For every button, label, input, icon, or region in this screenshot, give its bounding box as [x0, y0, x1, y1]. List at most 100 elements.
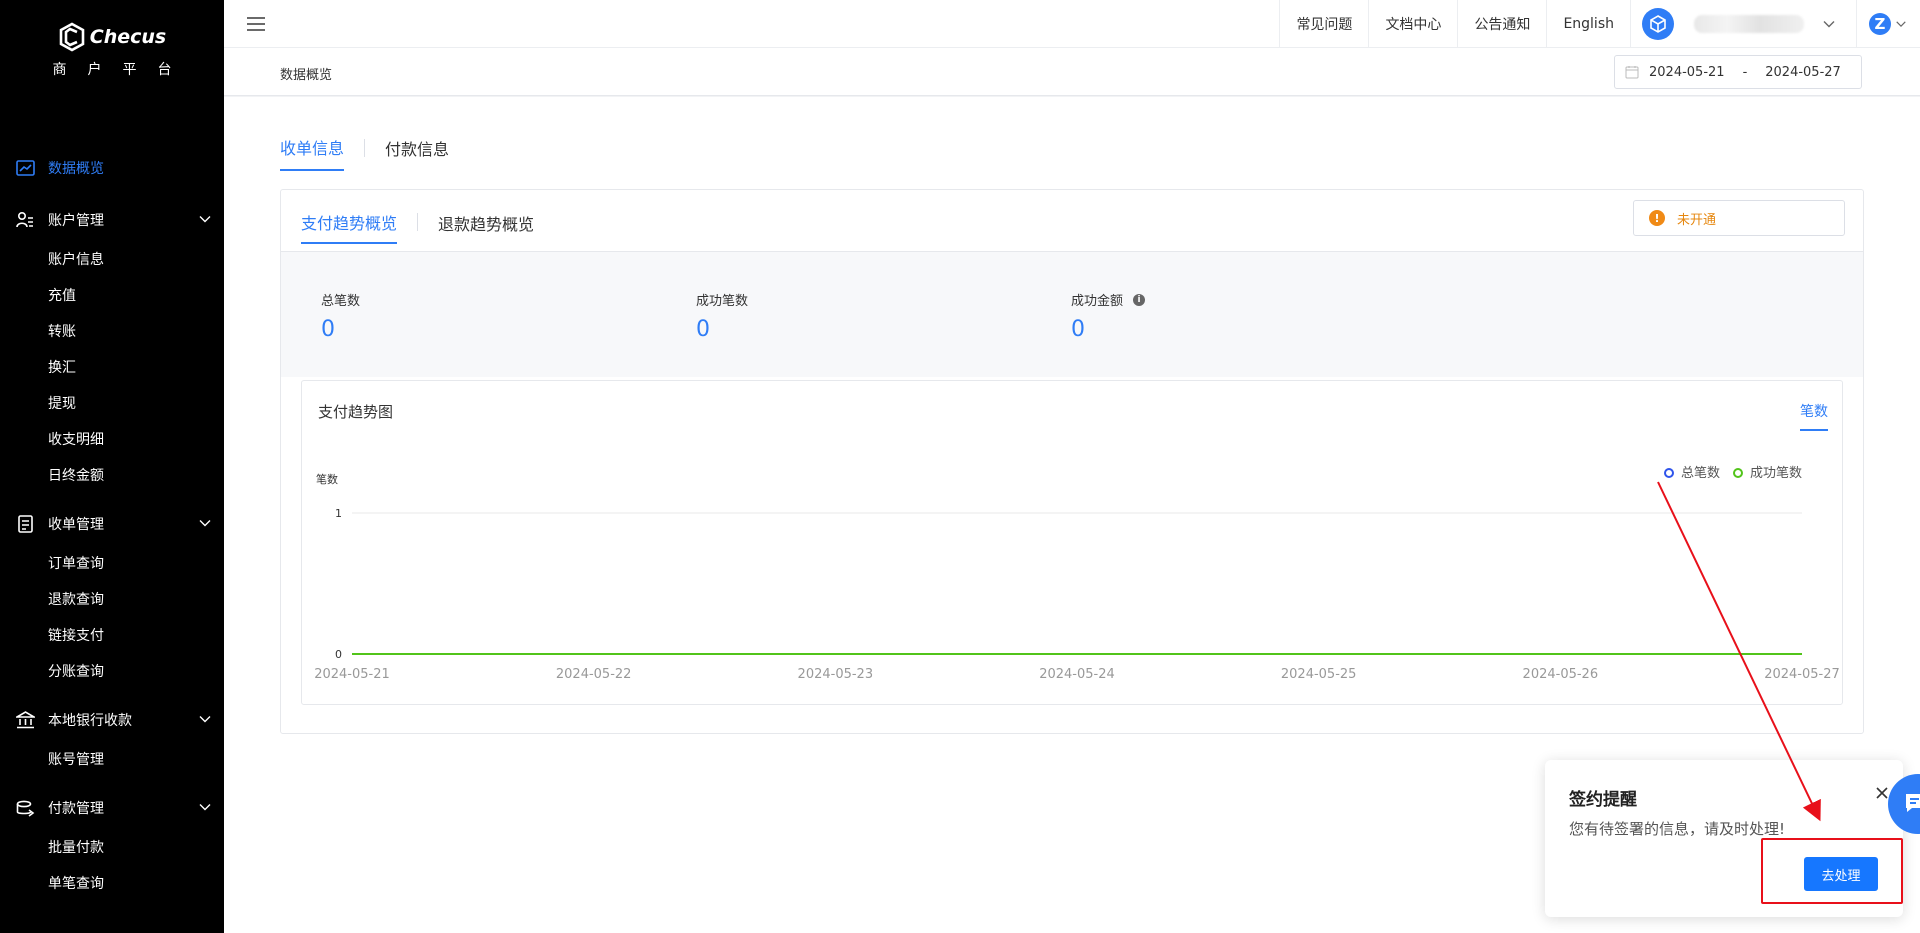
x-tick-label: 2024-05-22	[556, 667, 632, 682]
main-tabs: 收单信息 付款信息	[280, 135, 449, 171]
cube-icon	[1642, 8, 1674, 40]
sidebar-item-orders[interactable]: 订单查询	[0, 546, 224, 582]
x-tick-label: 2024-05-25	[1281, 667, 1357, 682]
close-icon[interactable]	[1875, 786, 1889, 800]
tab-refund-trend[interactable]: 退款趋势概览	[438, 211, 534, 243]
stat-success-count: 成功笔数 0	[696, 290, 748, 342]
merchant-account-selector[interactable]	[1630, 0, 1856, 48]
y-tick-label: 1	[335, 507, 342, 520]
overview-card: 支付趋势概览 退款趋势概览 ! 未开通 总笔数 0 成功笔数 0 成功金额 i 0	[280, 189, 1864, 734]
brand-name: Checus	[89, 26, 167, 48]
trend-chart-panel: 支付趋势图 笔数 笔数 1 0 2024-05-21 2024-05-22 2024-05…	[301, 380, 1843, 705]
chart-line-icon	[15, 158, 35, 178]
x-tick-label: 2024-05-27	[1764, 667, 1840, 682]
tab-payout-info[interactable]: 付款信息	[385, 136, 449, 170]
breadcrumb: 数据概览	[280, 68, 333, 83]
chat-icon	[1906, 794, 1920, 812]
sidebar-item-label: 本地银行收款	[48, 713, 132, 729]
y-axis-label: 笔数	[316, 472, 338, 486]
stat-value: 0	[321, 317, 335, 342]
chat-support-button[interactable]	[1888, 774, 1920, 834]
annotation-highlight-box	[1761, 838, 1903, 904]
sidebar: Checus 商户平台 数据概览 账户管理 账户信息 充值 转账 换汇 提现 收…	[0, 0, 224, 933]
sidebar-group-acquiring[interactable]: 收单管理	[0, 502, 224, 546]
card-header: 支付趋势概览 退款趋势概览 ! 未开通	[281, 190, 1863, 252]
x-tick-label: 2024-05-24	[1039, 667, 1115, 682]
legend-label: 成功笔数	[1750, 465, 1802, 481]
sidebar-item-label: 收单管理	[48, 517, 104, 533]
stat-label: 成功笔数	[696, 294, 749, 309]
announcements-link[interactable]: 公告通知	[1457, 0, 1546, 48]
sidebar-item-link-pay[interactable]: 链接支付	[0, 618, 224, 654]
sidebar-item-single-query[interactable]: 单笔查询	[0, 866, 224, 902]
date-range-separator: -	[1742, 64, 1748, 80]
sidebar-item-label: 账户管理	[48, 213, 104, 229]
stat-value: 0	[696, 317, 710, 342]
sidebar-item-refunds[interactable]: 退款查询	[0, 582, 224, 618]
warning-icon: !	[1649, 210, 1665, 226]
legend-marker	[1664, 468, 1674, 478]
receipt-icon	[15, 514, 35, 534]
stat-total-count: 总笔数 0	[321, 290, 360, 342]
docs-link[interactable]: 文档中心	[1368, 0, 1457, 48]
user-manage-icon	[15, 210, 35, 230]
brand-subtitle: 商户平台	[52, 62, 193, 78]
avatar: Z	[1869, 13, 1891, 35]
sidebar-item-exchange[interactable]: 换汇	[0, 350, 224, 386]
sidebar-group-local-bank[interactable]: 本地银行收款	[0, 698, 224, 742]
x-tick-label: 2024-05-23	[798, 667, 874, 682]
x-tick-label: 2024-05-26	[1523, 667, 1599, 682]
payout-icon	[15, 798, 35, 818]
chevron-down-icon	[199, 804, 211, 811]
chevron-down-icon	[199, 716, 211, 723]
chevron-down-icon	[1896, 21, 1906, 27]
date-range-start[interactable]: 2024-05-21	[1649, 65, 1725, 80]
sidebar-item-account-info[interactable]: 账户信息	[0, 242, 224, 278]
trend-tabs: 支付趋势概览 退款趋势概览	[301, 210, 534, 244]
merchant-name-redacted	[1694, 15, 1804, 33]
popup-message: 您有待签署的信息，请及时处理!	[1569, 820, 1786, 838]
popup-title: 签约提醒	[1569, 790, 1637, 810]
chevron-down-icon	[199, 216, 211, 223]
sidebar-item-batch-pay[interactable]: 批量付款	[0, 830, 224, 866]
legend-label: 总笔数	[1681, 465, 1720, 481]
sidebar-item-recharge[interactable]: 充值	[0, 278, 224, 314]
x-tick-label: 2024-05-21	[314, 667, 390, 682]
sidebar-group-payout[interactable]: 付款管理	[0, 786, 224, 830]
tab-payment-trend[interactable]: 支付趋势概览	[301, 210, 398, 244]
sidebar-group-account[interactable]: 账户管理	[0, 198, 224, 242]
stat-value: 0	[1071, 317, 1085, 342]
sidebar-item-daily-balance[interactable]: 日终金额	[0, 458, 224, 494]
user-menu[interactable]: Z	[1856, 0, 1920, 48]
sidebar-item-transfer[interactable]: 转账	[0, 314, 224, 350]
chevron-down-icon	[199, 520, 211, 527]
stat-label: 总笔数	[321, 294, 361, 309]
language-switch[interactable]: English	[1546, 0, 1630, 48]
date-range-end[interactable]: 2024-05-27	[1765, 65, 1841, 80]
sidebar-item-withdraw[interactable]: 提现	[0, 386, 224, 422]
legend-marker	[1733, 468, 1743, 478]
sidebar-item-statement[interactable]: 收支明细	[0, 422, 224, 458]
status-label: 未开通	[1677, 212, 1717, 228]
sidebar-item-account-manage[interactable]: 账号管理	[0, 742, 224, 778]
brand-logo[interactable]: Checus 商户平台	[0, 0, 224, 95]
tab-acquiring-info[interactable]: 收单信息	[280, 135, 345, 171]
top-bar: 常见问题 文档中心 公告通知 English Z	[224, 0, 1920, 48]
stat-label: 成功金额	[1071, 294, 1124, 309]
bank-icon	[15, 710, 35, 730]
sidebar-item-label: 付款管理	[48, 801, 104, 817]
sidebar-item-dashboard[interactable]: 数据概览	[0, 146, 224, 190]
top-links: 常见问题 文档中心 公告通知 English Z	[1279, 0, 1920, 48]
checus-logo-icon	[59, 22, 85, 52]
y-tick-label: 0	[335, 648, 342, 661]
sidebar-nav: 数据概览 账户管理 账户信息 充值 转账 换汇 提现 收支明细 日终金额 收单管…	[0, 146, 224, 902]
date-range-picker[interactable]: 2024-05-21 - 2024-05-27	[1614, 55, 1862, 89]
breadcrumb-bar: 数据概览 2024-05-21 - 2024-05-27	[224, 48, 1920, 96]
sidebar-item-split[interactable]: 分账查询	[0, 654, 224, 690]
calendar-icon	[1625, 66, 1639, 79]
faq-link[interactable]: 常见问题	[1279, 0, 1368, 48]
chevron-down-icon	[1823, 21, 1835, 28]
menu-toggle-icon[interactable]	[246, 14, 266, 34]
sidebar-item-label: 数据概览	[48, 161, 104, 177]
info-icon[interactable]: i	[1133, 293, 1146, 306]
